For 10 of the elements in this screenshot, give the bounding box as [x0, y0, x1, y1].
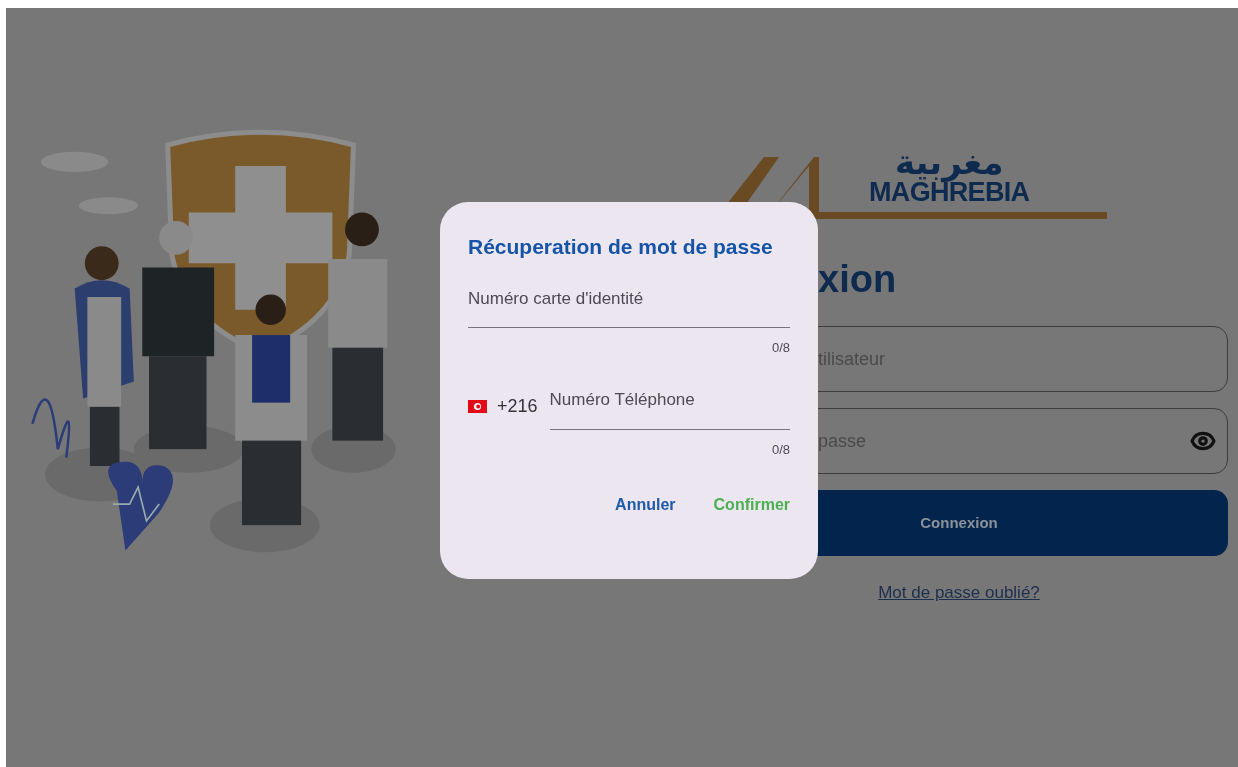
dialog-title: Récuperation de mot de passe [468, 234, 774, 260]
country-code[interactable]: +216 [497, 392, 538, 420]
forgot-password-link[interactable]: Mot de passe oublié? [878, 580, 1040, 606]
character-counter: 0/8 [771, 440, 790, 459]
login-heading: xion [818, 257, 898, 302]
tunisia-flag-icon [468, 399, 487, 413]
cancel-button[interactable]: Annuler [601, 487, 690, 523]
id-card-number-field[interactable]: Numéro carte d'identité [468, 282, 790, 328]
character-counter: 0/8 [771, 339, 790, 357]
phone-number-field[interactable]: Numéro Téléphone [549, 383, 790, 430]
